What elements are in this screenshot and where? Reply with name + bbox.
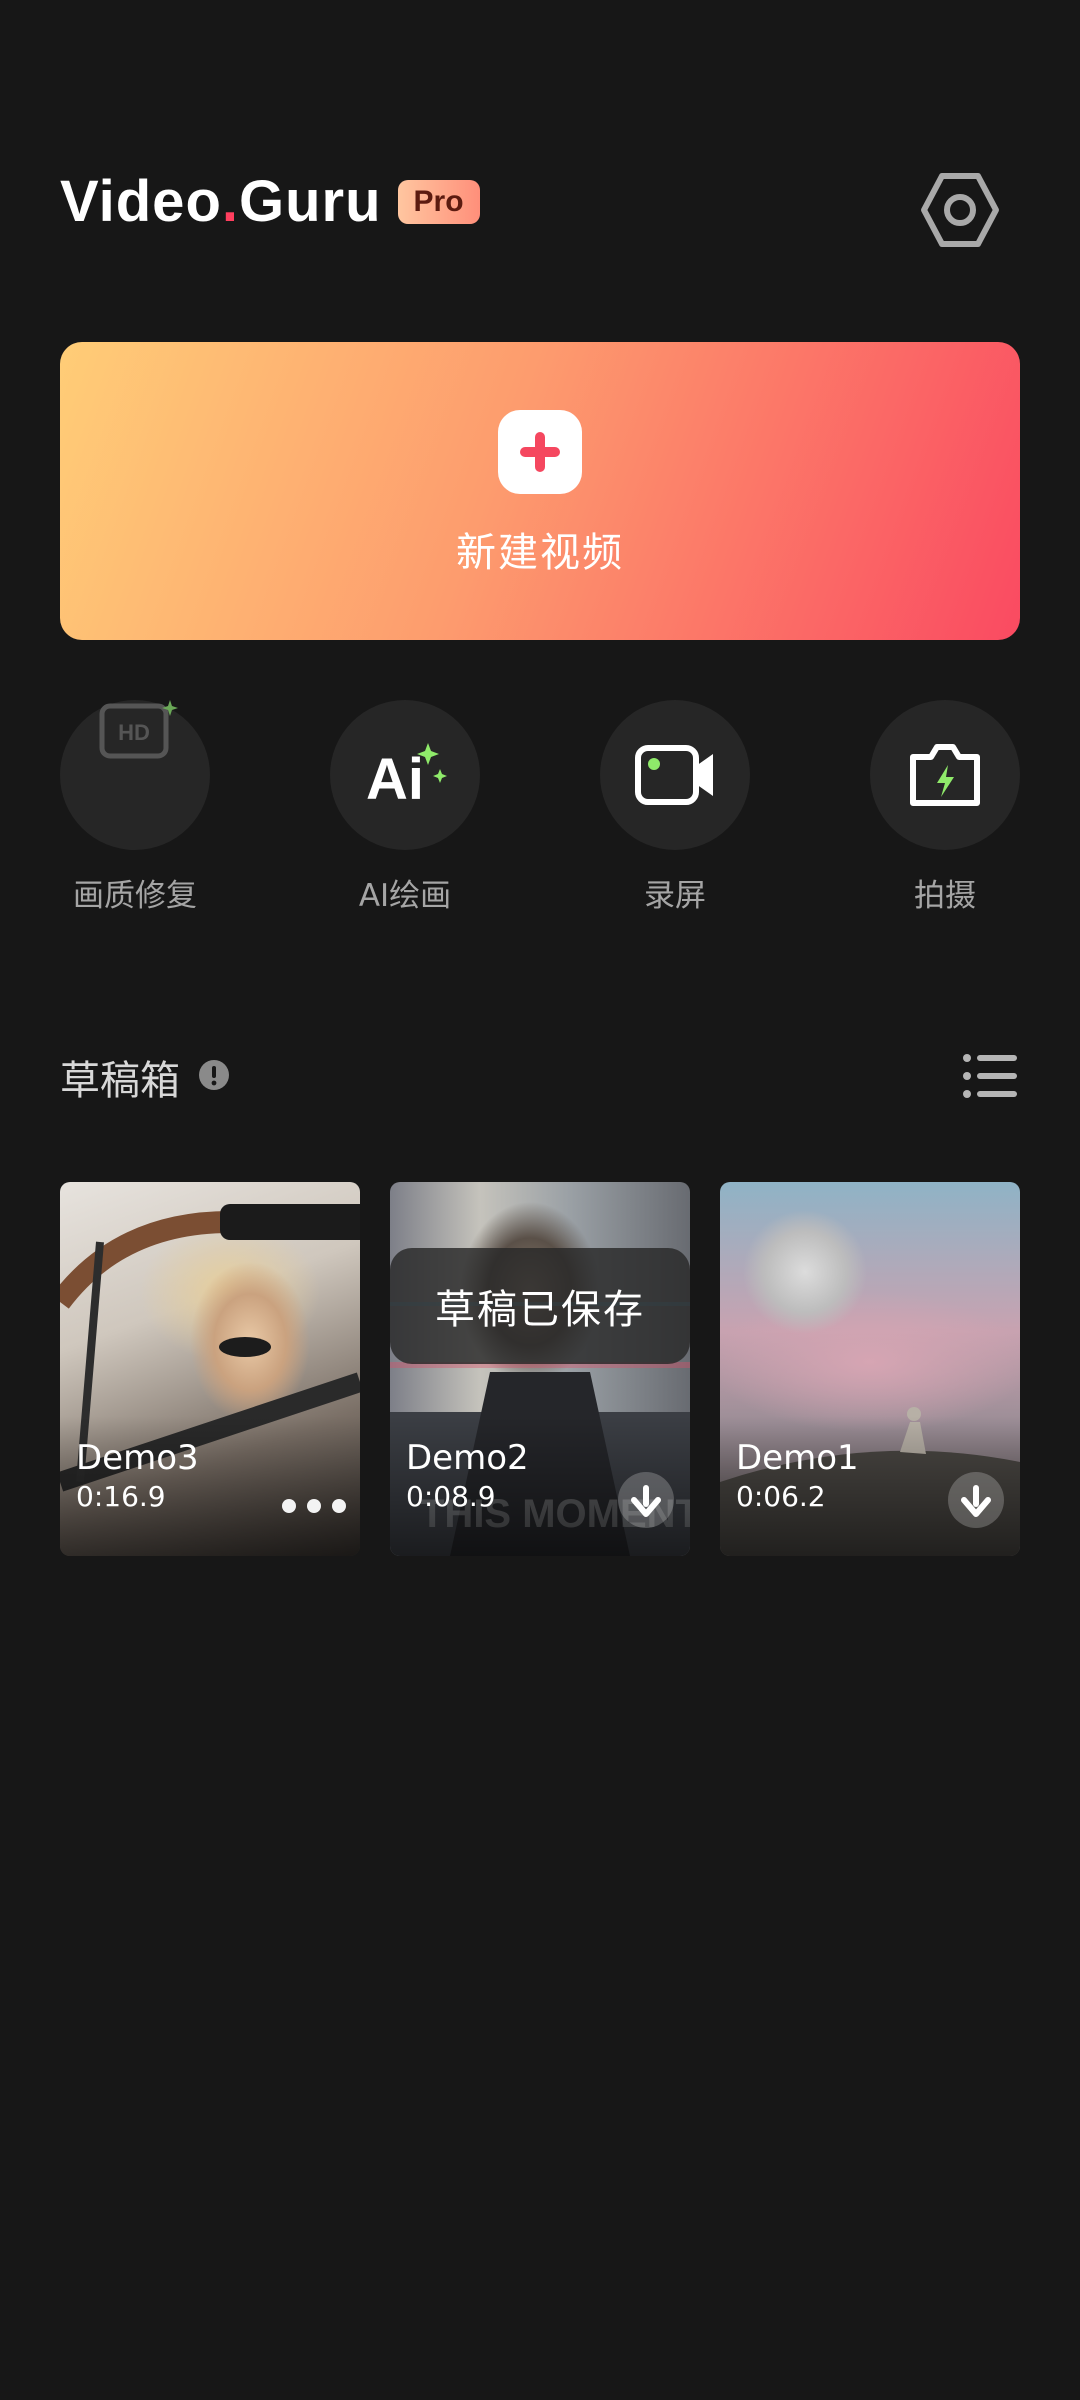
drafts-title: 草稿箱 bbox=[60, 1058, 180, 1104]
draft-card-demo3[interactable]: Demo3 0:16.9 bbox=[60, 1182, 360, 1556]
tool-circle: HD bbox=[60, 700, 210, 850]
app-root: Video.Guru Pro 新建视频 HD 画质修复 Ai AI绘画 录屏 拍… bbox=[0, 0, 1080, 2400]
tool-circle bbox=[870, 700, 1020, 850]
pro-badge[interactable]: Pro bbox=[397, 179, 480, 224]
download-button[interactable] bbox=[618, 1472, 674, 1528]
logo-word-guru: Guru bbox=[239, 169, 382, 234]
drafts-header: 草稿箱 bbox=[60, 1048, 230, 1106]
app-logo: Video.Guru Pro bbox=[60, 168, 480, 235]
download-button[interactable] bbox=[948, 1472, 1004, 1528]
list-view-toggle[interactable] bbox=[962, 1052, 1018, 1100]
tool-circle: Ai bbox=[330, 700, 480, 850]
hd-repair-icon: HD bbox=[99, 700, 178, 759]
draft-card-demo2[interactable]: THIS MOMENT Demo2 0:08.9 bbox=[390, 1182, 690, 1556]
list-icon bbox=[963, 1054, 1017, 1098]
info-icon[interactable] bbox=[198, 1059, 230, 1095]
tool-label: 录屏 bbox=[644, 878, 706, 914]
tool-screen-record[interactable]: 录屏 bbox=[575, 700, 775, 915]
tool-ai-painting[interactable]: Ai AI绘画 bbox=[305, 700, 505, 915]
draft-duration: 0:08.9 bbox=[406, 1480, 496, 1513]
draft-duration: 0:06.2 bbox=[736, 1480, 826, 1513]
tool-label: AI绘画 bbox=[358, 878, 452, 914]
logo-dot: . bbox=[221, 169, 239, 234]
draft-card-demo1[interactable]: Demo1 0:06.2 bbox=[720, 1182, 1020, 1556]
download-arrow-icon bbox=[631, 1485, 661, 1517]
header: Video.Guru Pro bbox=[0, 0, 1080, 330]
logo-word-video: Video bbox=[60, 169, 222, 234]
download-arrow-icon bbox=[961, 1485, 991, 1517]
tool-shortcuts: HD 画质修复 Ai AI绘画 录屏 拍摄 bbox=[0, 700, 1080, 920]
new-video-label: 新建视频 bbox=[456, 530, 624, 576]
camera-icon bbox=[910, 744, 980, 806]
settings-button[interactable] bbox=[918, 168, 1002, 252]
tool-camera[interactable]: 拍摄 bbox=[845, 700, 1045, 915]
tool-label: 拍摄 bbox=[914, 878, 976, 914]
tool-circle bbox=[600, 700, 750, 850]
draft-name: Demo3 bbox=[76, 1438, 199, 1478]
new-video-button[interactable]: 新建视频 bbox=[60, 342, 1020, 640]
ai-paint-icon: Ai bbox=[366, 743, 447, 812]
logo-wordmark: Video.Guru bbox=[60, 168, 382, 235]
draft-name: Demo1 bbox=[736, 1438, 859, 1478]
settings-hexagon-icon bbox=[921, 173, 999, 247]
tool-label: 画质修复 bbox=[73, 878, 197, 914]
more-options-icon[interactable] bbox=[282, 1492, 346, 1520]
tool-quality-repair[interactable]: HD 画质修复 bbox=[35, 700, 235, 915]
svg-text:Ai: Ai bbox=[366, 747, 424, 812]
draft-saved-toast: 草稿已保存 bbox=[390, 1248, 690, 1364]
drafts-grid: Demo3 0:16.9 THIS MOMENT Demo2 0:08.9 bbox=[60, 1182, 1020, 1556]
plus-icon bbox=[498, 410, 582, 494]
svg-text:HD: HD bbox=[118, 720, 150, 745]
screen-record-icon bbox=[635, 745, 713, 805]
draft-duration: 0:16.9 bbox=[76, 1480, 166, 1513]
draft-name: Demo2 bbox=[406, 1438, 529, 1478]
